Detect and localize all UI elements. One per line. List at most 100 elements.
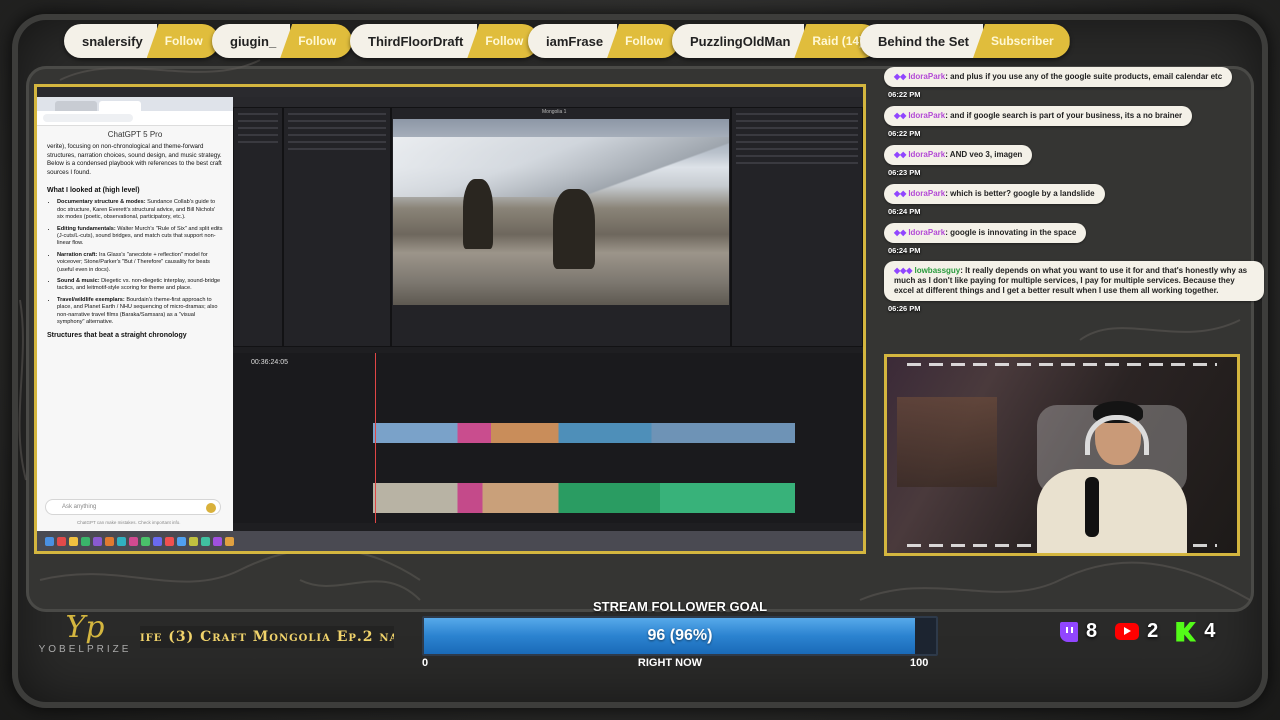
send-icon[interactable] bbox=[206, 503, 216, 513]
mac-menubar bbox=[37, 87, 863, 97]
event-tag: Follow bbox=[146, 24, 219, 58]
chat-username: IdoraPark bbox=[908, 228, 946, 237]
streamer-body bbox=[1037, 469, 1187, 553]
rider-figure bbox=[553, 189, 595, 269]
ask-placeholder: Ask anything bbox=[62, 504, 97, 510]
goal-subtitle: RIGHT NOW bbox=[637, 657, 703, 669]
chat-username: IdoraPark bbox=[908, 150, 946, 159]
app-icon[interactable] bbox=[117, 536, 126, 546]
chat-time: 06:22 PM bbox=[888, 129, 921, 138]
event-name: giugin_ bbox=[212, 24, 291, 58]
badge-icons: ◆◆ bbox=[894, 189, 907, 198]
chat-time: 06:23 PM bbox=[888, 168, 921, 177]
event-pill: Behind the Set Subscriber bbox=[860, 24, 1070, 58]
app-icon[interactable] bbox=[129, 536, 138, 546]
timeline-panel[interactable]: 00:36:24:05 bbox=[233, 353, 863, 523]
app-icon[interactable] bbox=[57, 536, 66, 546]
chat-username: IdoraPark bbox=[908, 189, 946, 198]
chat-message: ◆◆ IdoraPark: and if google search is par… bbox=[884, 105, 1264, 138]
app-icon[interactable] bbox=[189, 536, 198, 546]
event-pill: snalersify Follow bbox=[64, 24, 219, 58]
badge-icons: ◆◆◆ bbox=[894, 266, 913, 275]
mountain-shape bbox=[393, 137, 729, 197]
channel-logo: Yp YOBELPRIZE bbox=[30, 612, 140, 666]
goal-title: STREAM FOLLOWER GOAL bbox=[592, 599, 768, 614]
kick-count-value: 4 bbox=[1204, 620, 1216, 642]
badge-icons: ◆◆ bbox=[894, 72, 907, 81]
event-name: PuzzlingOldMan bbox=[672, 24, 805, 58]
list-item: Narration craft: Ira Glass's "anecdote +… bbox=[57, 252, 223, 274]
webcam-border-ticks bbox=[907, 363, 1217, 366]
goal-progress-bar: 96 (96%) bbox=[422, 616, 938, 656]
youtube-icon bbox=[1115, 623, 1140, 640]
next-heading: Structures that beat a straight chronolo… bbox=[47, 332, 187, 340]
event-name: ThirdFloorDraft bbox=[350, 24, 478, 58]
address-field[interactable] bbox=[43, 114, 133, 122]
event-pill: iamFrase Follow bbox=[528, 24, 680, 58]
app-icon[interactable] bbox=[153, 536, 162, 546]
browser-tab-active[interactable] bbox=[99, 101, 141, 111]
chat-text: : and plus if you use any of the google … bbox=[945, 72, 1223, 81]
badge-icons: ◆◆ bbox=[894, 111, 907, 120]
app-icon[interactable] bbox=[225, 536, 234, 546]
chat-username: lowbassguy bbox=[914, 266, 961, 275]
badge-icons: ◆◆ bbox=[894, 228, 907, 237]
event-pill: PuzzlingOldMan Raid (14) bbox=[672, 24, 880, 58]
url-bar[interactable] bbox=[37, 111, 233, 126]
list-item: Editing fundamentals: Walter Murch's "Ru… bbox=[57, 226, 223, 248]
playhead[interactable] bbox=[375, 353, 376, 523]
app-icon[interactable] bbox=[81, 536, 90, 546]
chat-time: 06:26 PM bbox=[888, 304, 921, 313]
app-icon[interactable] bbox=[165, 536, 174, 546]
app-icon[interactable] bbox=[177, 536, 186, 546]
chatgpt-conversation: ChatGPT 5 Pro verite), focusing on non-c… bbox=[37, 126, 233, 525]
audio-clips-track[interactable] bbox=[373, 483, 795, 513]
model-selector[interactable]: ChatGPT 5 Pro bbox=[47, 130, 223, 139]
chat-message: ◆◆ IdoraPark: AND veo 3, imagen 06:23 PM bbox=[884, 144, 1264, 177]
rider-figure bbox=[463, 179, 493, 249]
kick-icon bbox=[1176, 621, 1197, 642]
app-icon[interactable] bbox=[141, 536, 150, 546]
chat-time: 06:24 PM bbox=[888, 246, 921, 255]
viewer-frame bbox=[393, 119, 729, 305]
browser-tabs bbox=[37, 97, 233, 111]
browser-tab[interactable] bbox=[55, 101, 97, 111]
kick-count: 4 bbox=[1176, 620, 1215, 643]
app-icon[interactable] bbox=[93, 536, 102, 546]
chat-time: 06:22 PM bbox=[888, 90, 921, 99]
app-icon[interactable] bbox=[45, 536, 54, 546]
ask-input[interactable]: Ask anything bbox=[45, 499, 221, 515]
chat-text: : which is better? google by a landslide bbox=[945, 189, 1095, 198]
twitch-count: 8 bbox=[1060, 620, 1097, 643]
event-name: snalersify bbox=[64, 24, 157, 58]
event-name: Behind the Set bbox=[860, 24, 984, 58]
event-tag: Follow bbox=[607, 24, 680, 58]
goal-max: 100 bbox=[910, 657, 929, 669]
chat-feed: ◆◆ IdoraPark: and plus if you use any of … bbox=[884, 66, 1264, 336]
event-pill: ThirdFloorDraft Follow bbox=[350, 24, 540, 58]
app-icon[interactable] bbox=[201, 536, 210, 546]
app-icon[interactable] bbox=[105, 536, 114, 546]
media-pool[interactable] bbox=[283, 107, 391, 347]
inspector-panel[interactable] bbox=[731, 107, 863, 347]
app-icon[interactable] bbox=[69, 536, 78, 546]
chat-username: IdoraPark bbox=[908, 111, 946, 120]
stream-title: ife (3) Craft Mongolia Ep.2 narrative ( bbox=[140, 629, 394, 645]
youtube-count-value: 2 bbox=[1147, 620, 1159, 642]
badge-icons: ◆◆ bbox=[894, 150, 907, 159]
list-item: Sound & music: Diegetic vs. non-diegetic… bbox=[57, 278, 223, 293]
video-clips-track[interactable] bbox=[373, 423, 795, 443]
goal-progress-label: 96 (96%) bbox=[647, 627, 713, 644]
media-pool-sidebar[interactable] bbox=[233, 107, 283, 347]
webcam-feed bbox=[884, 354, 1240, 556]
chat-message: ◆◆◆ lowbassguy: It really depends on what… bbox=[884, 261, 1264, 313]
youtube-count: 2 bbox=[1115, 620, 1158, 643]
app-icon[interactable] bbox=[213, 536, 222, 546]
disclaimer: ChatGPT can make mistakes. Check importa… bbox=[77, 520, 181, 525]
stream-title-ticker: ife (3) Craft Mongolia Ep.2 narrative ( bbox=[140, 626, 394, 648]
screen-capture: ChatGPT 5 Pro verite), focusing on non-c… bbox=[34, 84, 866, 554]
davinci-resolve-window: Mongolia 1 00:36:24:05 bbox=[233, 97, 863, 537]
chat-time: 06:24 PM bbox=[888, 207, 921, 216]
event-name: iamFrase bbox=[528, 24, 618, 58]
event-pill: giugin_ Follow bbox=[212, 24, 353, 58]
